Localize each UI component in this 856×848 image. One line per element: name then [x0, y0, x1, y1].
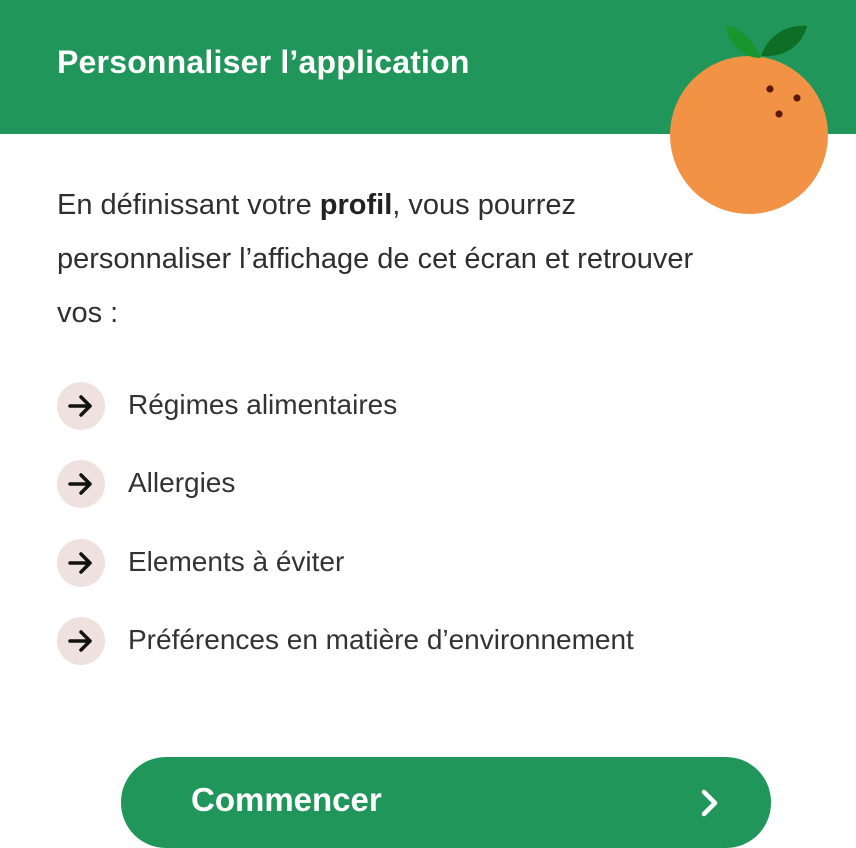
chevron-right-icon — [701, 789, 718, 817]
list-item-label: Régimes alimentaires — [128, 389, 398, 420]
list-item: Préférences en matière d’environnement — [57, 617, 817, 665]
list-item-label: Allergies — [128, 467, 236, 498]
intro-paragraph: En définissant votre profil, vous pourre… — [57, 178, 697, 340]
intro-text-start: En définissant votre — [57, 189, 320, 221]
list-item-label: Préférences en matière d’environnement — [128, 624, 634, 655]
arrow-right-icon — [57, 539, 105, 587]
page-title: Personnaliser l’application — [57, 44, 470, 80]
arrow-right-icon — [57, 617, 105, 665]
arrow-right-icon — [57, 460, 105, 508]
arrow-right-icon — [57, 382, 105, 430]
start-button-label: Commencer — [191, 781, 382, 818]
list-item: Régimes alimentaires — [57, 382, 817, 430]
list-item-label: Elements à éviter — [128, 546, 345, 577]
list-item: Allergies — [57, 460, 817, 508]
start-button[interactable]: Commencer — [121, 757, 771, 848]
list-item: Elements à éviter — [57, 539, 817, 587]
intro-bold-profile: profil — [319, 189, 393, 221]
